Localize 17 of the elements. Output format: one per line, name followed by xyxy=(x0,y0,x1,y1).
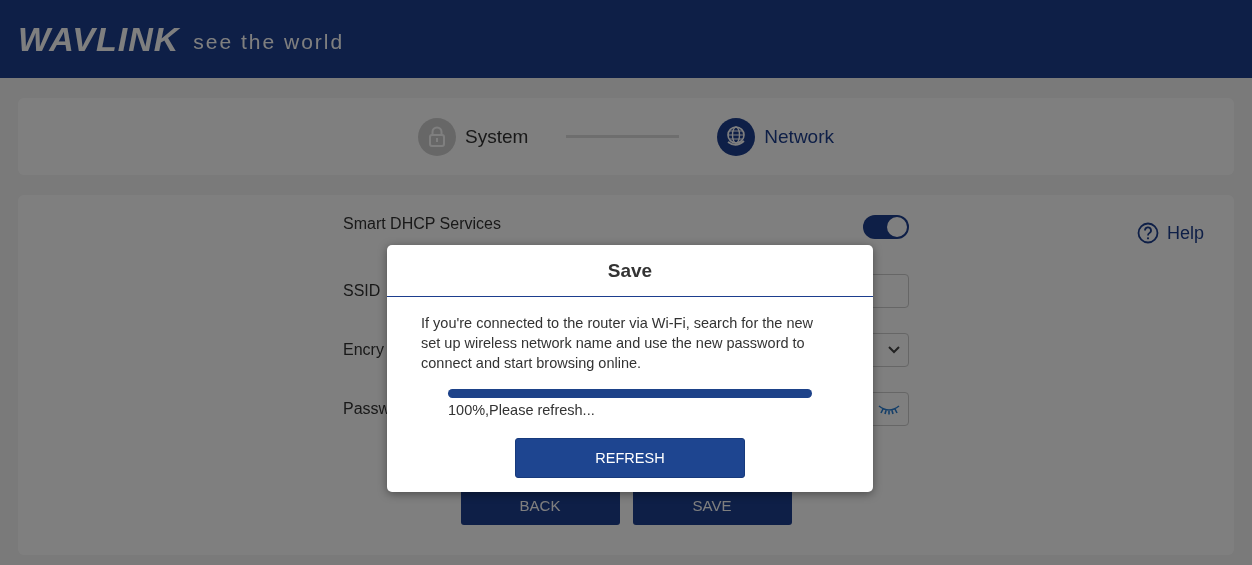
progress-status: 100%,Please refresh... xyxy=(448,402,596,418)
field-label: Encry xyxy=(343,340,384,359)
tagline: see the world xyxy=(193,30,345,54)
field-label: Smart DHCP Services xyxy=(343,215,501,233)
dialog-message: If you're connected to the router via Wi-Fi, search for the new set up wireless network name and use the new password to connect and start browsing online. xyxy=(421,314,815,373)
refresh-button[interactable]: REFRESH xyxy=(515,438,745,478)
dialog-title: Save xyxy=(387,245,873,297)
toggle-switch[interactable] xyxy=(863,215,909,239)
globe-icon xyxy=(717,117,756,156)
step-label: System xyxy=(464,125,529,148)
help-link[interactable]: Help xyxy=(1136,222,1204,244)
field-label: SSID xyxy=(343,281,381,300)
logo: WAVLINK xyxy=(18,19,180,59)
lock-icon xyxy=(417,117,456,156)
chevron-icon xyxy=(888,345,900,354)
help-icon xyxy=(1136,222,1159,244)
step-label: Network xyxy=(764,125,834,148)
